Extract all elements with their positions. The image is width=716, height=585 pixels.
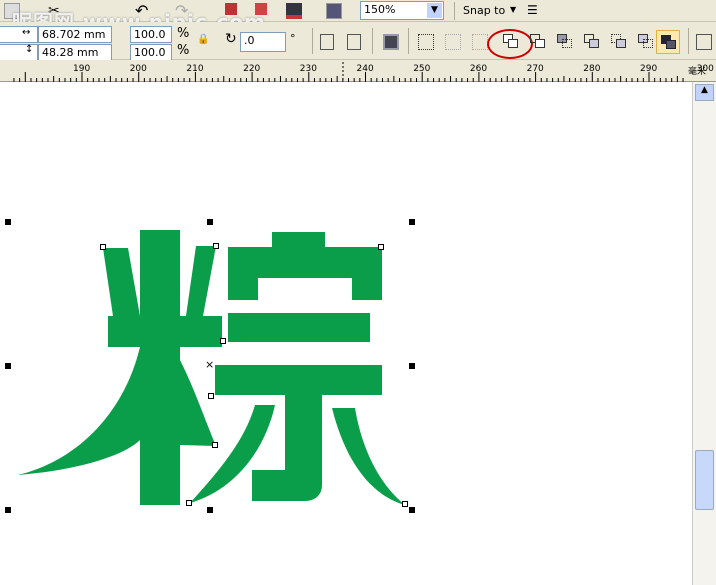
selection-handle[interactable]	[409, 363, 415, 369]
stroke	[186, 246, 216, 316]
stroke	[180, 360, 216, 446]
stroke	[228, 247, 382, 300]
stroke	[18, 347, 140, 475]
trim-icon[interactable]	[530, 34, 546, 50]
scroll-thumb[interactable]	[695, 450, 714, 510]
front-minus-back-icon[interactable]	[611, 34, 627, 50]
stroke	[103, 248, 140, 316]
mirror-vertical-icon[interactable]	[347, 34, 361, 50]
application-launcher-icon[interactable]	[286, 3, 302, 19]
stroke	[228, 313, 370, 342]
selection-handle[interactable]	[207, 219, 213, 225]
ruler-label: 240	[356, 64, 374, 74]
arrange-icon[interactable]	[383, 34, 399, 50]
options-icon[interactable]: ☰	[527, 3, 543, 19]
ruler-label: 280	[583, 64, 601, 74]
ruler-label: 260	[469, 64, 488, 74]
stroke	[272, 232, 325, 248]
ruler-label: 290	[640, 64, 658, 74]
stroke	[332, 408, 405, 505]
node[interactable]	[186, 500, 192, 506]
selection-handle[interactable]	[207, 507, 213, 513]
glyph-zong[interactable]	[0, 82, 692, 585]
zoom-level-select[interactable]: 150% ▼	[360, 1, 444, 20]
stroke	[140, 230, 180, 505]
ruler-unit: 毫米	[688, 67, 707, 77]
lock-ratio-icon[interactable]: 🔒	[197, 34, 213, 50]
selection-handle[interactable]	[409, 219, 415, 225]
ungroup-icon[interactable]	[445, 34, 461, 50]
selection-handle[interactable]	[5, 219, 11, 225]
node[interactable]	[378, 244, 384, 250]
snap-to-button[interactable]: Snap to	[463, 4, 505, 17]
node[interactable]	[220, 338, 226, 344]
scale-y-field[interactable]: 100.0	[130, 44, 172, 61]
percent-label: %	[177, 43, 190, 58]
rotate-icon: ↻	[225, 31, 237, 47]
x-position-field[interactable]	[0, 26, 38, 43]
node[interactable]	[100, 244, 106, 250]
height-field[interactable]: 48.28 mm	[38, 44, 112, 61]
degree-label: °	[290, 32, 296, 45]
horizontal-ruler[interactable]: 190 200 210 220 230 240 250 260 270 280 290 300 毫米	[0, 60, 716, 82]
ruler-label: 230	[299, 64, 317, 74]
property-bar: ↔ ↕ 68.702 mm 48.28 mm 100.0 100.0 % % 🔒…	[0, 22, 716, 61]
height-icon: ↕	[25, 44, 34, 55]
mirror-horizontal-icon[interactable]	[320, 34, 334, 50]
drawing-canvas[interactable]: ×	[0, 82, 692, 585]
percent-label: %	[177, 26, 190, 41]
vertical-scrollbar[interactable]: ▲	[692, 82, 716, 585]
group-icon[interactable]	[418, 34, 434, 50]
selection-handle[interactable]	[5, 363, 11, 369]
node[interactable]	[212, 442, 218, 448]
ruler-label: 270	[526, 64, 544, 74]
simplify-icon[interactable]	[584, 34, 600, 50]
scale-x-field[interactable]: 100.0	[130, 26, 172, 43]
node[interactable]	[402, 501, 408, 507]
welcome-screen-icon[interactable]	[326, 3, 342, 19]
stroke	[215, 365, 382, 395]
selection-handle[interactable]	[5, 507, 11, 513]
node[interactable]	[208, 393, 214, 399]
weld-icon[interactable]	[503, 34, 519, 50]
width-field[interactable]: 68.702 mm	[38, 26, 112, 43]
align-icon[interactable]	[696, 34, 712, 50]
node[interactable]	[213, 243, 219, 249]
selection-handle[interactable]	[409, 507, 415, 513]
ruler-label: 190	[73, 64, 91, 74]
chevron-down-icon[interactable]: ▼	[510, 5, 516, 14]
ruler-label: 250	[413, 64, 431, 74]
intersect-icon[interactable]	[557, 34, 573, 50]
scroll-up-button[interactable]: ▲	[695, 84, 714, 101]
zoom-value: 150%	[364, 3, 396, 16]
create-boundary-button[interactable]	[656, 30, 680, 54]
stroke	[108, 316, 222, 347]
ruler-label: 200	[129, 64, 147, 74]
ruler-label: 220	[243, 64, 261, 74]
ruler-label: 210	[186, 64, 204, 74]
rotation-field[interactable]: .0	[240, 32, 286, 52]
ungroup-all-icon[interactable]	[472, 34, 488, 50]
chevron-down-icon[interactable]: ▼	[427, 3, 442, 18]
width-icon: ↔	[22, 27, 31, 38]
center-marker-icon[interactable]: ×	[205, 358, 214, 371]
back-minus-front-icon[interactable]	[638, 34, 654, 50]
